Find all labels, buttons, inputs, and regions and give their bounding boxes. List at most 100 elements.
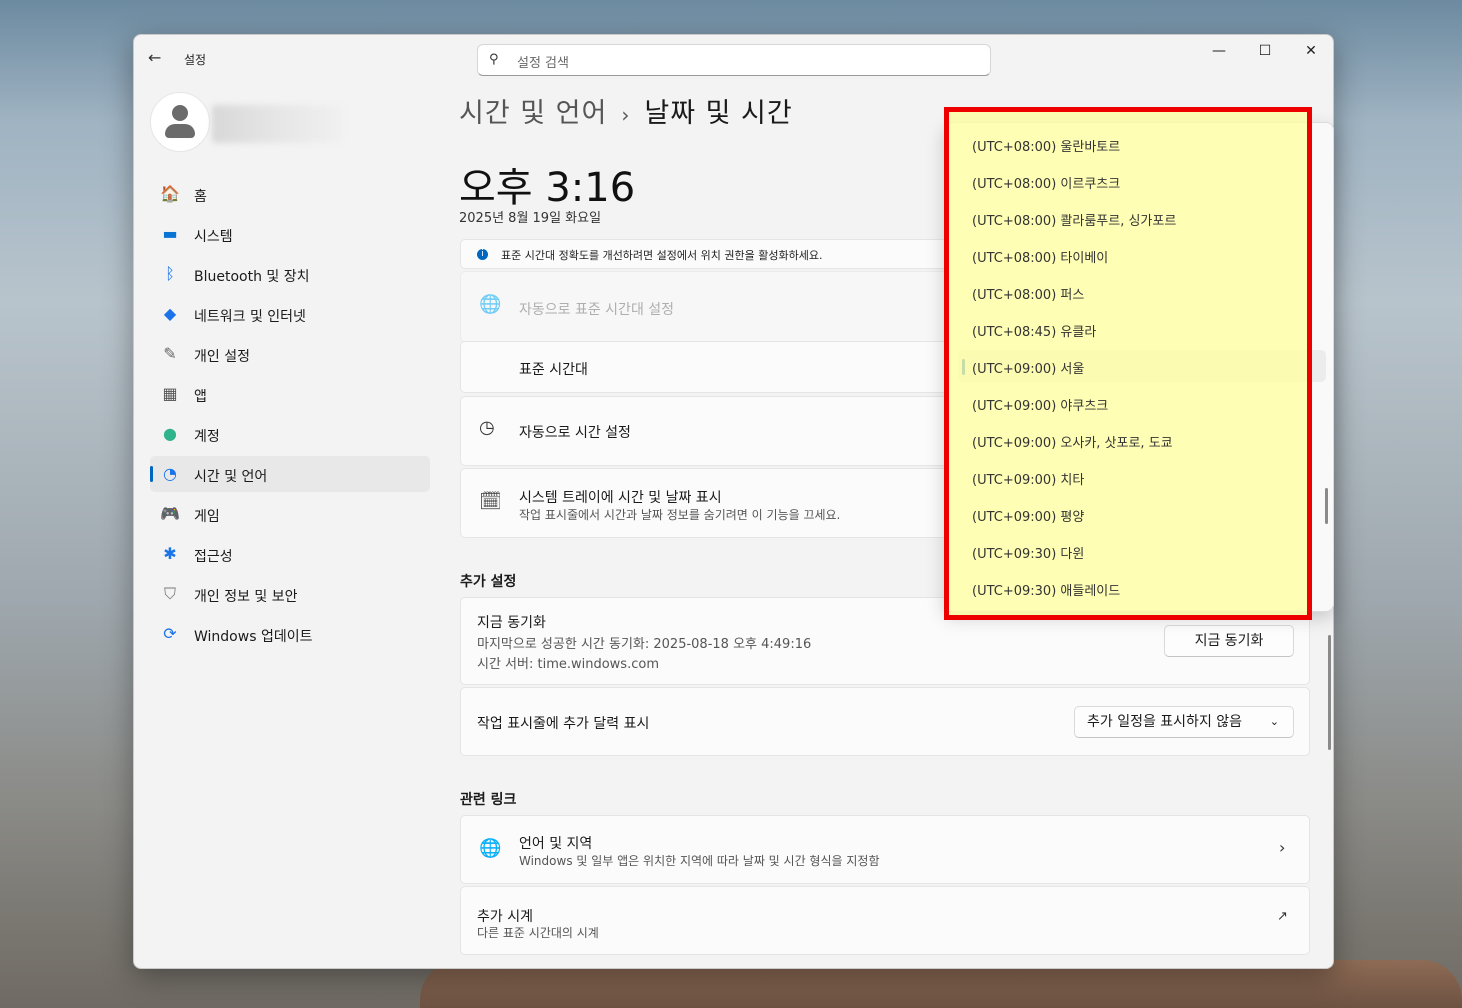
sidebar-item[interactable]: ◆ 네트워크 및 인터넷: [150, 296, 430, 332]
title-bar: ← 설정 ⚲ 설정 검색 — ☐ ✕: [134, 35, 1333, 83]
timezone-option[interactable]: (UTC+08:00) 이르쿠츠크: [972, 173, 1120, 192]
sidebar-item[interactable]: ⛉ 개인 정보 및 보안: [150, 576, 430, 612]
language-region-link[interactable]: 🌐 언어 및 지역 Windows 및 일부 앱은 위치한 지역에 따라 날짜 …: [460, 815, 1310, 884]
extra-calendar-row: 작업 표시줄에 추가 달력 표시 추가 일정을 표시하지 않음 ⌄: [460, 687, 1310, 756]
timezone-option[interactable]: (UTC+08:00) 퍼스: [972, 284, 1084, 303]
external-link-icon: ↗: [1277, 909, 1288, 924]
extra-calendar-dropdown[interactable]: 추가 일정을 표시하지 않음 ⌄: [1074, 706, 1294, 738]
info-icon: i: [477, 249, 488, 260]
page-title: 날짜 및 시간: [644, 98, 793, 129]
clock-icon: ◷: [479, 417, 495, 438]
timezone-option[interactable]: (UTC+09:00) 야쿠츠크: [972, 395, 1108, 414]
language-region-subtitle: Windows 및 일부 앱은 위치한 지역에 따라 날짜 및 시간 형식을 지…: [519, 854, 880, 868]
sync-last-time: 마지막으로 성공한 시간 동기화: 2025-08-18 오후 4:49:16: [477, 637, 812, 652]
back-arrow-icon[interactable]: ←: [148, 48, 168, 68]
sidebar-item[interactable]: ᛒ Bluetooth 및 장치: [150, 256, 430, 292]
timezone-option[interactable]: (UTC+09:00) 치타: [972, 469, 1084, 488]
gamepad-icon: 🎮: [160, 504, 180, 523]
update-icon: ⟳: [163, 624, 177, 643]
sidebar-item-label: 계정: [194, 429, 220, 445]
timezone-option[interactable]: (UTC+08:45) 유클라: [972, 321, 1096, 340]
additional-clocks-subtitle: 다른 표준 시간대의 시계: [477, 926, 599, 940]
timezone-option[interactable]: (UTC+09:30) 애들레이드: [972, 580, 1120, 599]
page-scrollbar[interactable]: [1328, 635, 1331, 750]
dropdown-scrollbar[interactable]: [1325, 488, 1328, 524]
additional-settings-heading: 추가 설정: [460, 574, 517, 590]
sidebar-item-label: 접근성: [194, 549, 233, 565]
wifi-icon: ◆: [163, 304, 177, 323]
sidebar-item[interactable]: ▬ 시스템: [150, 216, 430, 252]
bluetooth-icon: ᛒ: [165, 264, 175, 283]
current-time: 오후 3:16: [459, 165, 636, 211]
additional-clocks-link[interactable]: 추가 시계 다른 표준 시간대의 시계 ↗: [460, 886, 1310, 955]
avatar[interactable]: [150, 92, 210, 152]
tray-time-title: 시스템 트레이에 시간 및 날짜 표시: [519, 490, 722, 506]
globe-clock-icon: 🌐: [479, 294, 502, 315]
sidebar-item-label: 게임: [194, 509, 220, 525]
maximize-icon[interactable]: ☐: [1250, 43, 1280, 63]
timezone-option[interactable]: (UTC+09:30) 다윈: [972, 543, 1084, 562]
breadcrumb-parent[interactable]: 시간 및 언어: [459, 98, 607, 129]
sidebar-item[interactable]: ◔ 시간 및 언어: [150, 456, 430, 492]
sidebar-item-label: 시간 및 언어: [194, 469, 268, 485]
related-links-heading: 관련 링크: [460, 792, 517, 808]
timezone-option[interactable]: (UTC+08:00) 울란바토르: [972, 136, 1120, 155]
active-indicator: [150, 466, 153, 482]
current-date: 2025년 8월 19일 화요일: [459, 211, 602, 226]
sidebar-item-label: 앱: [194, 389, 207, 405]
account-icon: ●: [163, 424, 177, 443]
sync-title: 지금 동기화: [477, 615, 546, 631]
accessibility-icon: ✱: [163, 544, 177, 563]
minimize-icon[interactable]: —: [1204, 43, 1234, 63]
app-title: 설정: [184, 53, 207, 67]
sync-now-button[interactable]: 지금 동기화: [1164, 625, 1294, 657]
sidebar-item[interactable]: 🏠 홈: [150, 176, 430, 212]
search-icon: ⚲: [489, 52, 499, 67]
search-input[interactable]: ⚲ 설정 검색: [477, 44, 991, 76]
language-region-title: 언어 및 지역: [519, 836, 593, 852]
sidebar-item-label: 개인 정보 및 보안: [194, 589, 298, 605]
sidebar-item-label: Bluetooth 및 장치: [194, 269, 310, 285]
apps-icon: ▦: [162, 384, 178, 403]
home-icon: 🏠: [160, 184, 180, 203]
timezone-option[interactable]: (UTC+08:00) 타이베이: [972, 247, 1108, 266]
timezone-label: 표준 시간대: [519, 362, 588, 378]
sidebar-item[interactable]: ⟳ Windows 업데이트: [150, 616, 430, 652]
breadcrumb-separator: ›: [621, 103, 631, 127]
close-icon[interactable]: ✕: [1296, 43, 1326, 63]
extra-calendar-value: 추가 일정을 표시하지 않음: [1087, 714, 1243, 730]
timezone-option[interactable]: (UTC+09:00) 오사카, 삿포로, 도쿄: [972, 432, 1173, 451]
chevron-right-icon: ›: [1279, 838, 1286, 857]
sidebar-item[interactable]: ✎ 개인 설정: [150, 336, 430, 372]
sidebar-item[interactable]: ▦ 앱: [150, 376, 430, 412]
sidebar-item-label: 개인 설정: [194, 349, 250, 365]
sidebar-nav: 🏠 홈 ▬ 시스템 ᛒ Bluetooth 및 장치 ◆ 네트워크 및 인터넷 ✎ 개인 설정 ▦ 앱…: [150, 176, 430, 656]
sidebar-item-label: 네트워크 및 인터넷: [194, 309, 306, 325]
shield-icon: ⛉: [163, 584, 176, 603]
system-icon: ▬: [162, 224, 178, 243]
search-placeholder: 설정 검색: [517, 56, 569, 71]
sidebar-item-label: 시스템: [194, 229, 233, 245]
timezone-option[interactable]: (UTC+08:00) 콸라룸푸르, 싱가포르: [972, 210, 1176, 229]
sidebar-item-label: Windows 업데이트: [194, 629, 313, 645]
sidebar-item[interactable]: ✱ 접근성: [150, 536, 430, 572]
auto-timezone-label: 자동으로 표준 시간대 설정: [519, 302, 675, 318]
timezone-option[interactable]: (UTC+09:00) 평양: [972, 506, 1084, 525]
calendar-clock-icon: 🗓: [479, 491, 502, 512]
chevron-down-icon: ⌄: [1269, 715, 1279, 728]
tray-time-subtitle: 작업 표시줄에서 시간과 날짜 정보를 숨기려면 이 기능을 끄세요.: [519, 508, 841, 522]
sidebar-item[interactable]: 🎮 게임: [150, 496, 430, 532]
time-language-icon: ◔: [163, 464, 177, 483]
brush-icon: ✎: [163, 344, 177, 363]
language-icon: 🌐: [479, 838, 502, 859]
auto-time-label: 자동으로 시간 설정: [519, 425, 631, 441]
sidebar-item[interactable]: ● 계정: [150, 416, 430, 452]
extra-calendar-label: 작업 표시줄에 추가 달력 표시: [477, 716, 650, 732]
sync-server: 시간 서버: time.windows.com: [477, 657, 659, 672]
sidebar-item-label: 홈: [194, 189, 207, 205]
additional-clocks-title: 추가 시계: [477, 909, 533, 925]
breadcrumb: 시간 및 언어 › 날짜 및 시간: [459, 91, 793, 130]
timezone-option[interactable]: (UTC+09:00) 서울: [972, 358, 1084, 377]
info-text: 표준 시간대 정확도를 개선하려면 설정에서 위치 권한을 활성화하세요.: [501, 249, 823, 262]
blurred-user-name: [212, 105, 342, 143]
